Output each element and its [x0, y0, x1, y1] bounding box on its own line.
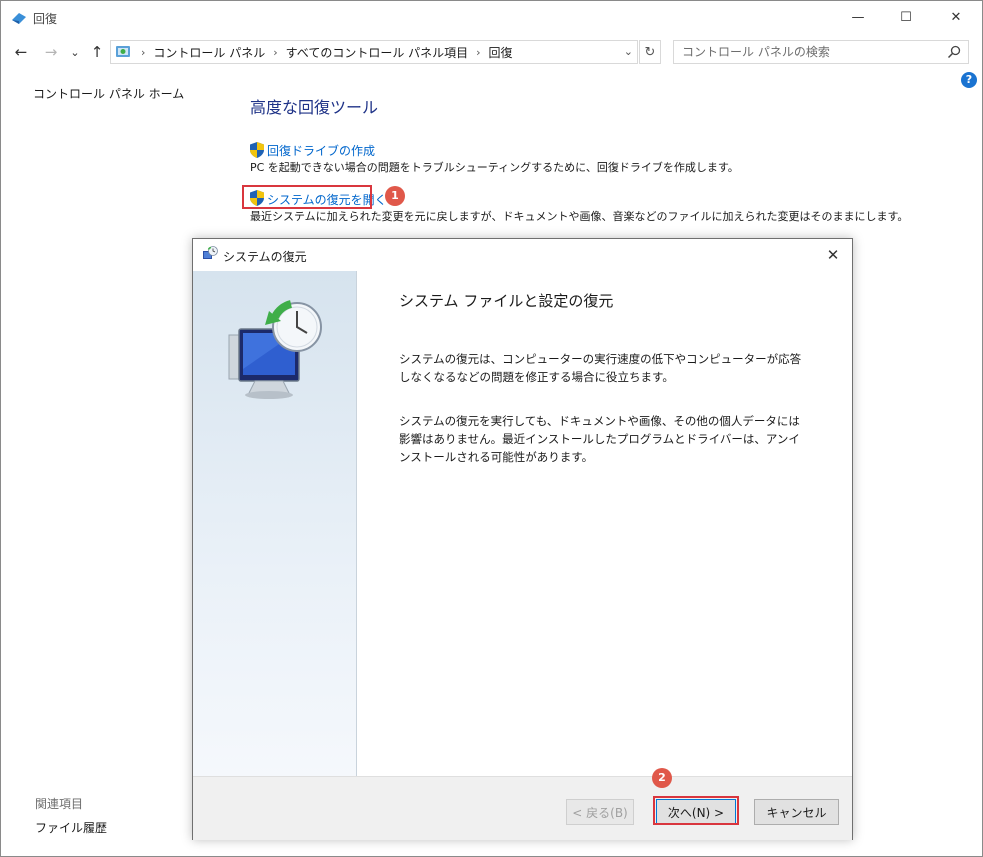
maximize-button[interactable]: ☐ [883, 1, 929, 33]
create-recovery-drive-link[interactable]: 回復ドライブの作成 [267, 142, 375, 159]
breadcrumb-control-panel[interactable]: コントロール パネル [153, 44, 265, 61]
refresh-icon[interactable]: ↻ [639, 40, 661, 64]
breadcrumb-all-items[interactable]: すべてのコントロール パネル項目 [286, 44, 469, 61]
breadcrumb-separator: › [273, 45, 278, 59]
search-icon[interactable] [946, 44, 962, 60]
control-panel-home-link[interactable]: コントロール パネル ホーム [33, 85, 184, 102]
related-items-heading: 関連項目 [35, 797, 84, 811]
address-bar[interactable]: › コントロール パネル › すべてのコントロール パネル項目 › 回復 ⌄ [110, 40, 638, 64]
dialog-heading: システム ファイルと設定の復元 [399, 292, 614, 310]
address-dropdown-icon[interactable]: ⌄ [624, 45, 633, 58]
help-icon[interactable]: ? [961, 72, 977, 88]
dialog-close-icon[interactable]: ✕ [822, 244, 844, 266]
title-bar: 回復 — ☐ ✕ [1, 1, 982, 35]
up-arrow-icon[interactable]: ↑ [87, 42, 107, 62]
step-badge-1: 1 [385, 186, 405, 206]
highlight-box-step1 [242, 185, 372, 209]
file-history-link[interactable]: ファイル履歴 [35, 819, 107, 836]
dialog-side-panel [193, 271, 357, 776]
cancel-button[interactable]: キャンセル [754, 799, 839, 825]
open-system-restore-description: 最近システムに加えられた変更を元に戻しますが、ドキュメントや画像、音楽などのファ… [250, 210, 909, 223]
step-badge-2: 2 [652, 768, 672, 788]
system-restore-illustration [228, 300, 322, 399]
control-panel-icon [116, 46, 130, 57]
recovery-app-icon [12, 13, 26, 24]
dialog-title: システムの復元 [223, 250, 307, 264]
dialog-paragraph-2: システムの復元を実行しても、ドキュメントや画像、その他の個人データには影響はあり… [399, 414, 800, 464]
uac-shield-icon [250, 142, 264, 158]
close-button[interactable]: ✕ [933, 1, 979, 33]
create-recovery-drive-description: PC を起動できない場合の問題をトラブルシューティングするために、回復ドライブを… [250, 161, 739, 174]
system-restore-dialog: システムの復元 ✕ システム ファイルと設定の復元 システムの復元は、コンピュー… [192, 238, 853, 840]
recent-locations-chevron-icon[interactable]: ⌄ [65, 42, 85, 62]
dialog-footer: < 戻る(B) 次へ(N) > キャンセル [193, 776, 852, 840]
minimize-button[interactable]: — [835, 1, 881, 33]
window-title: 回復 [33, 12, 58, 26]
highlight-box-step2 [653, 796, 739, 825]
breadcrumb-separator: › [141, 45, 146, 59]
forward-arrow-icon[interactable]: → [41, 42, 61, 62]
dialog-title-bar: システムの復元 ✕ [193, 239, 852, 271]
page-title: 高度な回復ツール [250, 98, 379, 117]
control-panel-window: 回復 — ☐ ✕ ← → ⌄ ↑ › コントロール パネル › すべてのコントロ… [0, 0, 983, 857]
search-box[interactable] [673, 40, 969, 64]
system-restore-icon [203, 246, 218, 259]
dialog-paragraph-1: システムの復元は、コンピューターの実行速度の低下やコンピューターが応答しなくなる… [399, 352, 802, 384]
search-input[interactable] [682, 45, 932, 59]
back-button[interactable]: < 戻る(B) [566, 799, 634, 825]
back-arrow-icon[interactable]: ← [11, 42, 31, 62]
breadcrumb-recovery[interactable]: 回復 [489, 44, 513, 61]
navigation-bar: ← → ⌄ ↑ › コントロール パネル › すべてのコントロール パネル項目 … [1, 37, 982, 67]
breadcrumb-separator: › [476, 45, 481, 59]
